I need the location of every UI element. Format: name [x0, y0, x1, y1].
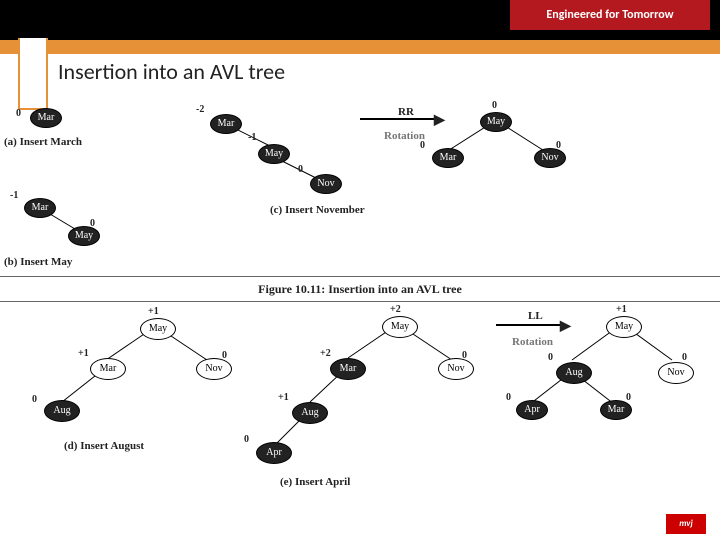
- panel-d-label: (d) Insert August: [64, 440, 144, 452]
- node-mar: Mar: [330, 358, 366, 380]
- node-may: May: [480, 112, 512, 132]
- header-bar: Engineered for Tomorrow: [0, 0, 720, 40]
- arrow-rr: [360, 118, 440, 120]
- rotation-label: Rotation: [512, 336, 553, 348]
- node-aug: Aug: [556, 362, 592, 384]
- slide-title: Insertion into an AVL tree: [58, 58, 285, 85]
- node-may: May: [68, 226, 100, 246]
- ll-label: LL: [528, 310, 543, 322]
- node-aug: Aug: [44, 400, 80, 422]
- bf: 0: [626, 392, 631, 403]
- panel-c-label: (c) Insert November: [270, 204, 365, 216]
- bf: 0: [16, 108, 21, 119]
- node-apr: Apr: [516, 400, 548, 420]
- node-may: May: [140, 318, 176, 340]
- node-nov: Nov: [438, 358, 474, 380]
- bf: 0: [548, 352, 553, 363]
- bf: +1: [616, 304, 627, 315]
- node-mar: Mar: [90, 358, 126, 380]
- node-nov: Nov: [196, 358, 232, 380]
- bf: 0: [420, 140, 425, 151]
- bf: 0: [298, 164, 303, 175]
- arrowhead-icon: ▶: [560, 318, 571, 335]
- node-aug: Aug: [292, 402, 328, 424]
- panel-e-label: (e) Insert April: [280, 476, 350, 488]
- node-mar: Mar: [600, 400, 632, 420]
- rr-label: RR: [398, 106, 414, 118]
- bf: +2: [320, 348, 331, 359]
- node-mar: Mar: [210, 114, 242, 134]
- node-apr: Apr: [256, 442, 292, 464]
- bf: 0: [682, 352, 687, 363]
- bf: 0: [492, 100, 497, 111]
- node-may: May: [258, 144, 290, 164]
- tagline-box: Engineered for Tomorrow: [510, 0, 710, 30]
- panel-a-label: (a) Insert March: [4, 136, 82, 148]
- bf: +1: [148, 306, 159, 317]
- arrow-ll: [496, 324, 566, 326]
- bf: -2: [196, 104, 204, 115]
- panel-b-label: (b) Insert May: [4, 256, 72, 268]
- bf: -1: [248, 132, 256, 143]
- bf: +2: [390, 304, 401, 315]
- figure-caption: Figure 10.11: Insertion into an AVL tree: [258, 282, 462, 296]
- bf: -1: [10, 190, 18, 201]
- bf: +1: [278, 392, 289, 403]
- bf: 0: [244, 434, 249, 445]
- bf: 0: [506, 392, 511, 403]
- arrowhead-icon: ▶: [434, 112, 445, 129]
- node-may: May: [606, 316, 642, 338]
- bf: 0: [32, 394, 37, 405]
- figure-caption-box: Figure 10.11: Insertion into an AVL tree: [0, 276, 720, 302]
- node-nov: Nov: [310, 174, 342, 194]
- footer-logo: mvj: [666, 514, 706, 534]
- rotation-label: Rotation: [384, 130, 425, 142]
- figure-canvas: 0 Mar (a) Insert March -1 Mar 0 May (b) …: [0, 100, 720, 540]
- node-mar: Mar: [30, 108, 62, 128]
- bf: +1: [78, 348, 89, 359]
- orange-strip: [0, 40, 720, 54]
- node-nov: Nov: [534, 148, 566, 168]
- node-nov: Nov: [658, 362, 694, 384]
- node-mar: Mar: [432, 148, 464, 168]
- node-mar: Mar: [24, 198, 56, 218]
- node-may: May: [382, 316, 418, 338]
- tagline-text: Engineered for Tomorrow: [546, 8, 673, 22]
